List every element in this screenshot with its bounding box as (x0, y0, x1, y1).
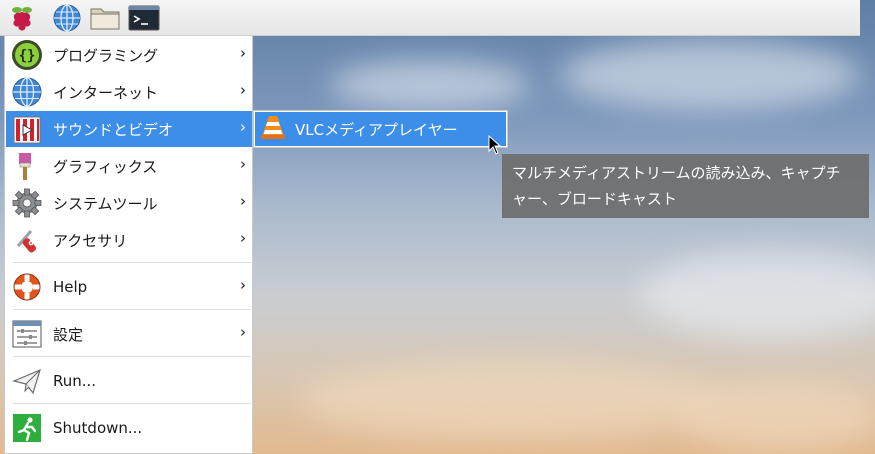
programming-icon: {} (10, 38, 44, 72)
submenu-arrow-icon: › (240, 44, 246, 62)
menu-item-label: Run... (53, 372, 97, 390)
menu-item-label: プログラミング (53, 46, 159, 65)
menu-item-label: システムツール (53, 194, 158, 213)
globe-icon (10, 75, 44, 109)
sound-video-submenu: VLCメディアプレイヤー (253, 110, 508, 148)
submenu-arrow-icon: › (240, 155, 246, 173)
settings-icon (10, 317, 44, 351)
raspberry-icon (8, 4, 36, 32)
taskbar (0, 0, 860, 36)
graphics-icon (10, 149, 44, 183)
submenu-arrow-icon: › (240, 323, 246, 341)
lifebuoy-icon (10, 270, 44, 304)
submenu-arrow-icon: › (240, 192, 246, 210)
tooltip: マルチメディアストリームの読み込み、キャプチ ャー、ブロードキャスト (502, 154, 869, 218)
submenu-arrow-icon: › (240, 276, 246, 294)
menu-separator (13, 403, 251, 404)
menu-item-label: Help (53, 278, 88, 296)
svg-text:{}: {} (19, 48, 36, 64)
menu-item-run[interactable]: Run... (6, 363, 252, 399)
menu-item-programming[interactable]: {} プログラミング › (6, 37, 252, 73)
submenu-item-label: VLCメディアプレイヤー (295, 120, 458, 139)
menu-item-help[interactable]: Help › (6, 269, 252, 305)
application-menu: {} プログラミング › インターネット › サウンドとビデオ › グラフィック… (4, 36, 253, 454)
menu-item-label: Shutdown... (53, 419, 143, 437)
web-browser-button[interactable] (51, 3, 83, 33)
tooltip-line: ャー、ブロードキャスト (512, 190, 677, 208)
menu-item-accessories[interactable]: アクセサリ › (6, 222, 252, 258)
accessories-icon (10, 223, 44, 257)
menu-item-label: 設定 (53, 325, 84, 344)
menu-item-sound-video[interactable]: サウンドとビデオ › (6, 111, 252, 147)
gear-icon (10, 186, 44, 220)
submenu-arrow-icon: › (240, 229, 246, 247)
menu-item-shutdown[interactable]: Shutdown... (6, 410, 252, 446)
folder-icon (89, 4, 121, 32)
menu-item-label: グラフィックス (53, 157, 158, 176)
raspberry-menu-button[interactable] (6, 3, 38, 33)
menu-item-graphics[interactable]: グラフィックス › (6, 148, 252, 184)
menu-separator (13, 356, 251, 357)
terminal-icon (128, 4, 160, 32)
menu-item-label: アクセサリ (53, 231, 128, 250)
file-manager-button[interactable] (89, 3, 121, 33)
submenu-arrow-icon: › (240, 118, 246, 136)
tooltip-line: マルチメディアストリームの読み込み、キャプチ (512, 164, 841, 182)
vlc-cone-icon (259, 113, 287, 145)
terminal-button[interactable] (128, 3, 160, 33)
globe-icon (52, 3, 82, 33)
menu-item-internet[interactable]: インターネット › (6, 74, 252, 110)
menu-item-label: インターネット (53, 83, 159, 102)
exit-icon (10, 411, 44, 445)
menu-separator (13, 309, 251, 310)
menu-item-settings[interactable]: 設定 › (6, 316, 252, 352)
submenu-arrow-icon: › (240, 81, 246, 99)
menu-item-system-tools[interactable]: システムツール › (6, 185, 252, 221)
mouse-cursor-icon (488, 134, 502, 159)
submenu-item-vlc[interactable]: VLCメディアプレイヤー (255, 112, 506, 146)
menu-item-label: サウンドとビデオ (53, 120, 174, 139)
paper-plane-icon (10, 364, 44, 398)
menu-separator (13, 262, 251, 263)
sound-video-icon (10, 112, 44, 146)
